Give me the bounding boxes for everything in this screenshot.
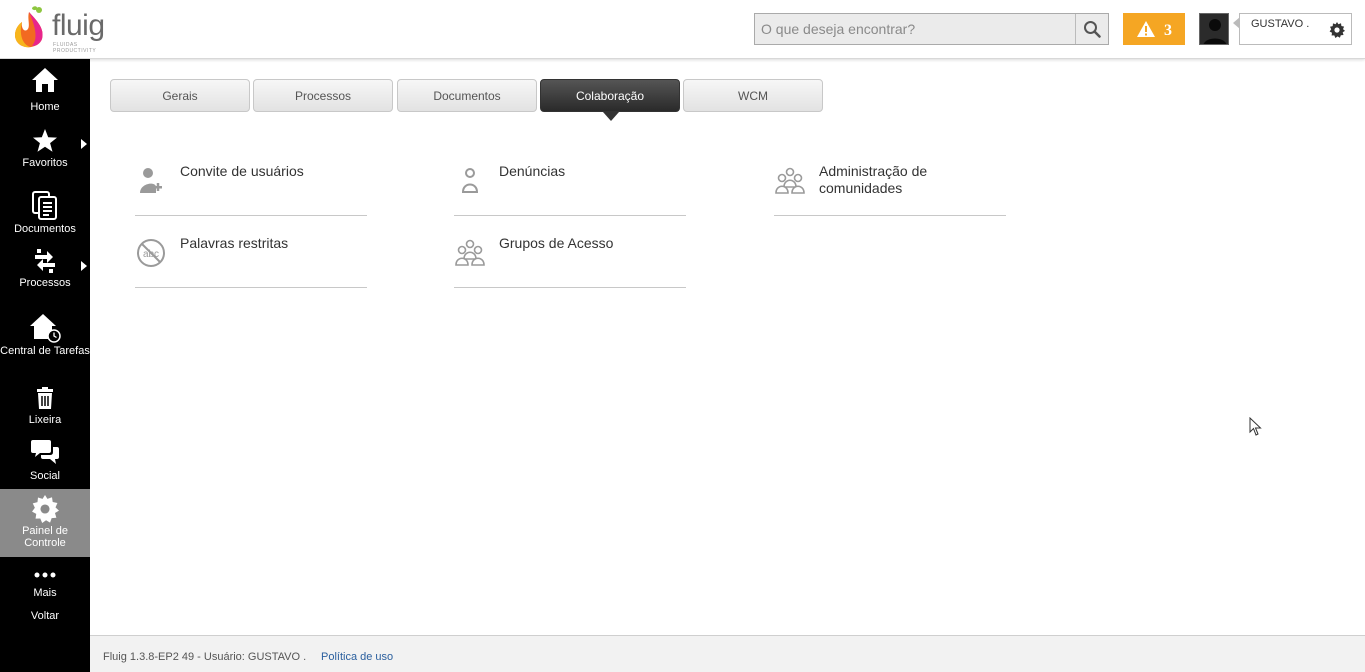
sidebar-item-voltar[interactable]: Voltar xyxy=(0,610,90,626)
item-denuncias[interactable]: Denúncias xyxy=(454,144,686,216)
sidebar-item-documentos[interactable]: Documentos xyxy=(0,191,90,237)
sidebar: Home Favoritos Documentos Processos Cent… xyxy=(0,59,90,672)
item-label: Administração de comunidades xyxy=(819,163,928,196)
settings-gear-icon[interactable] xyxy=(1329,22,1345,38)
active-tab-indicator xyxy=(603,112,619,121)
search-button[interactable] xyxy=(1075,14,1108,44)
tab-wcm[interactable]: WCM xyxy=(683,79,823,112)
gear-icon xyxy=(32,495,59,523)
user-name: GUSTAVO . xyxy=(1251,18,1310,30)
user-menu[interactable]: GUSTAVO . xyxy=(1233,13,1352,45)
sidebar-item-social[interactable]: Social xyxy=(0,439,90,483)
tab-processos[interactable]: Processos xyxy=(253,79,393,112)
sidebar-item-processos[interactable]: Processos xyxy=(0,247,90,293)
logo-text: fluig xyxy=(52,9,105,42)
item-grupos-de-acesso[interactable]: Grupos de Acesso xyxy=(454,216,686,288)
sidebar-item-lixeira[interactable]: Lixeira xyxy=(0,387,90,427)
item-label: Palavras restritas xyxy=(180,235,289,251)
item-convite-de-usuarios[interactable]: Convite de usuários xyxy=(135,144,367,216)
processes-icon xyxy=(35,249,55,273)
logo-subtext: FLUIDAS PRODUCTIVITY xyxy=(53,42,97,54)
more-icon xyxy=(34,572,56,578)
trash-icon xyxy=(37,387,53,409)
processos-expand-arrow-icon[interactable] xyxy=(81,261,87,271)
sidebar-item-favoritos[interactable]: Favoritos xyxy=(0,129,90,171)
svg-text:abc: abc xyxy=(143,249,159,260)
restricted-words-icon: abc xyxy=(137,239,165,267)
user-add-icon xyxy=(140,168,162,193)
user-icon xyxy=(461,168,479,193)
mouse-cursor-icon xyxy=(1249,417,1262,436)
tab-colaboracao[interactable]: Colaboração xyxy=(540,79,680,112)
social-icon xyxy=(31,440,59,464)
item-label: Grupos de Acesso xyxy=(499,235,614,251)
search-input[interactable] xyxy=(755,14,1075,44)
sidebar-item-mais[interactable]: Mais xyxy=(0,571,90,601)
search-box xyxy=(754,13,1109,45)
sidebar-item-painel-de-controle[interactable]: Painel de Controle xyxy=(0,489,90,557)
home-icon xyxy=(32,68,58,92)
community-icon xyxy=(775,167,805,194)
notifications-button[interactable]: 3 xyxy=(1123,13,1185,45)
logo-icon xyxy=(15,6,43,48)
sidebar-item-central-de-tarefas[interactable]: Central de Tarefas xyxy=(0,313,90,371)
sidebar-item-home[interactable]: Home xyxy=(0,67,90,115)
user-silhouette-icon xyxy=(1200,14,1228,44)
item-administracao-de-comunidades[interactable]: Administração de comunidades xyxy=(774,144,1006,216)
favoritos-expand-arrow-icon[interactable] xyxy=(81,139,87,149)
task-center-icon xyxy=(30,314,61,343)
top-header: fluig FLUIDAS PRODUCTIVITY 3 GUSTAVO . xyxy=(0,0,1365,59)
item-palavras-restritas[interactable]: abc Palavras restritas xyxy=(135,216,367,288)
tab-documentos[interactable]: Documentos xyxy=(397,79,537,112)
documents-icon xyxy=(32,191,57,220)
item-label: Convite de usuários xyxy=(180,163,304,179)
footer: Fluig 1.3.8-EP2 49 - Usuário: GUSTAVO . … xyxy=(90,635,1365,672)
tab-gerais[interactable]: Gerais xyxy=(110,79,250,112)
star-icon xyxy=(33,129,57,152)
group-icon xyxy=(455,239,485,266)
fluig-logo[interactable]: fluig FLUIDAS PRODUCTIVITY xyxy=(12,6,107,54)
search-icon xyxy=(1084,21,1101,38)
item-label: Denúncias xyxy=(499,163,566,179)
version-info: Fluig 1.3.8-EP2 49 - Usuário: GUSTAVO . xyxy=(103,651,307,663)
warning-icon xyxy=(1137,21,1155,37)
avatar[interactable] xyxy=(1199,13,1229,45)
notification-count: 3 xyxy=(1164,21,1172,39)
usage-policy-link[interactable]: Política de uso xyxy=(321,651,393,663)
